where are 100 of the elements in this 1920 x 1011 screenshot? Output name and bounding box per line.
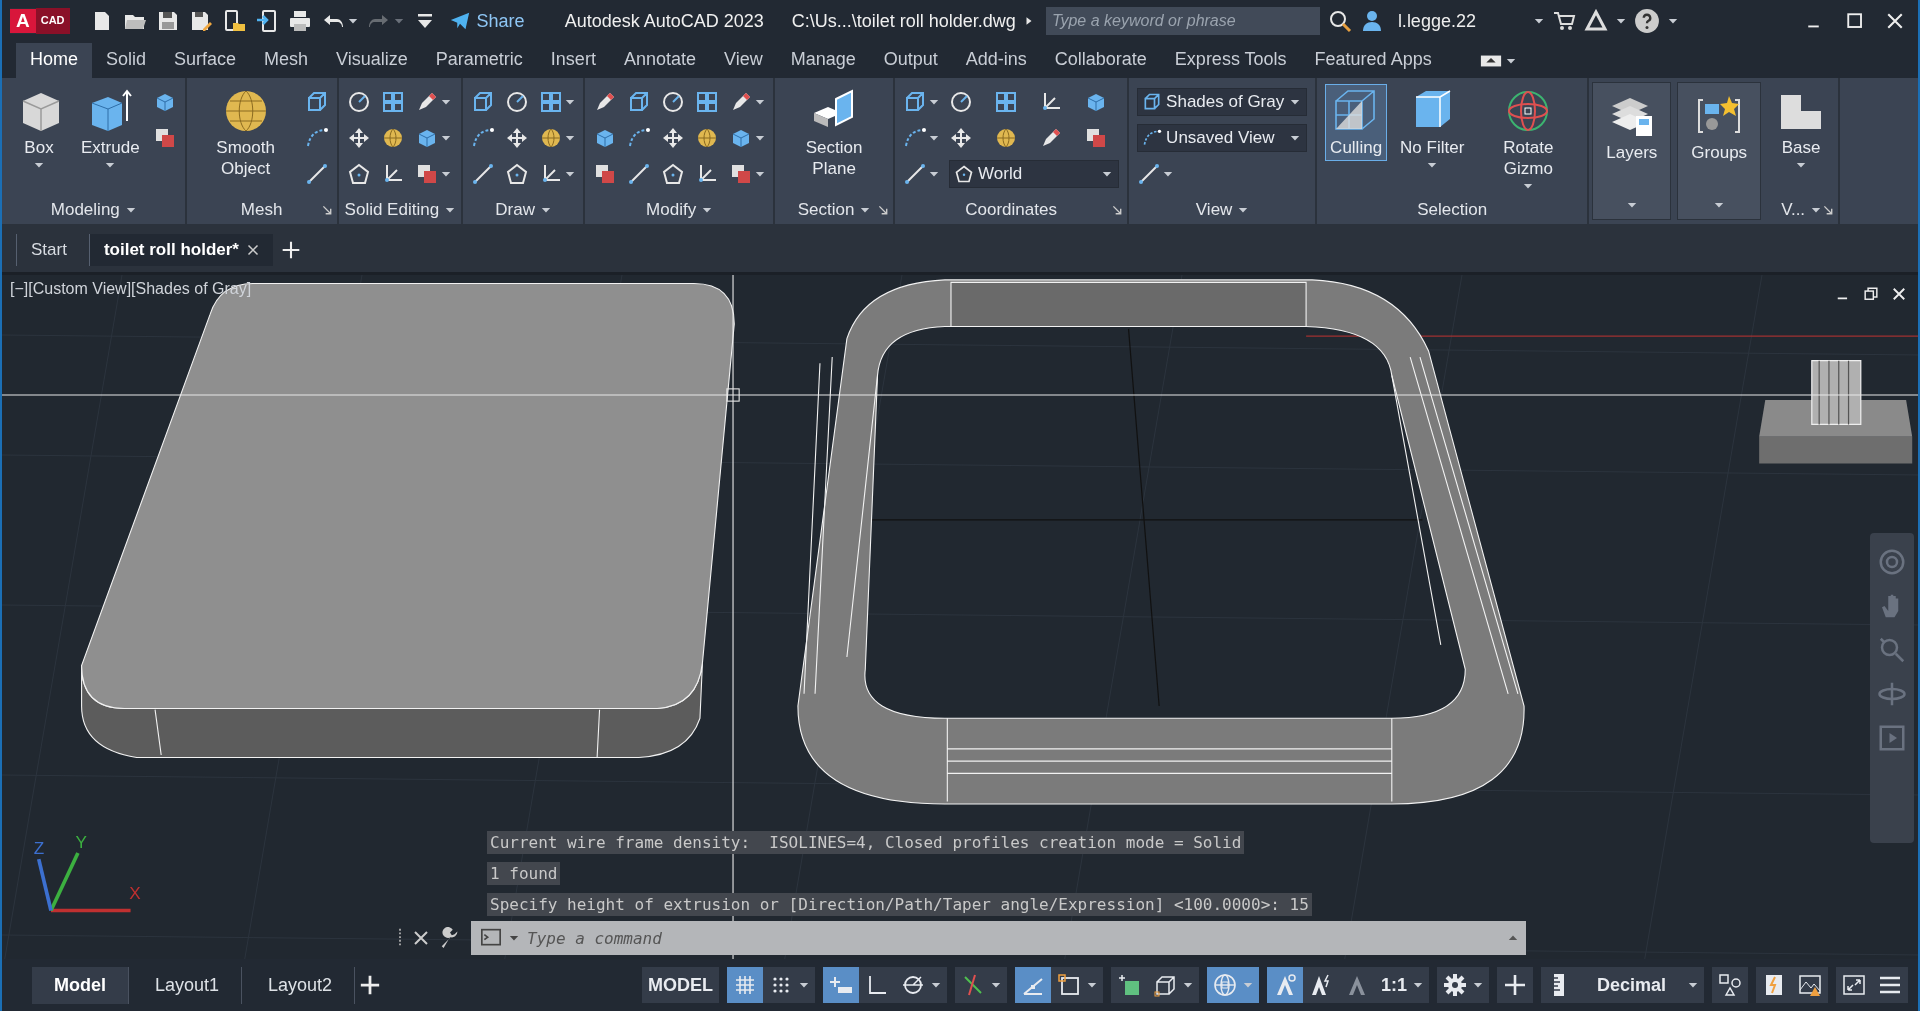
status-button[interactable] bbox=[726, 967, 763, 1003]
caret-icon[interactable] bbox=[509, 933, 519, 943]
close-icon[interactable] bbox=[246, 244, 259, 256]
tool-button[interactable]: Extrude bbox=[76, 84, 145, 173]
ribbon-tab[interactable]: Express Tools bbox=[1160, 43, 1301, 78]
caret-icon[interactable] bbox=[1290, 133, 1301, 143]
terminal-icon[interactable] bbox=[479, 928, 503, 948]
caret-icon[interactable] bbox=[1688, 980, 1698, 990]
caret-icon[interactable] bbox=[860, 205, 871, 215]
line-icon[interactable] bbox=[903, 162, 928, 186]
tool-button[interactable]: Layers bbox=[1601, 89, 1663, 166]
grid-squares-icon[interactable] bbox=[695, 90, 720, 114]
caret-icon[interactable] bbox=[1102, 169, 1113, 179]
ribbon-tab[interactable]: Solid bbox=[92, 43, 161, 78]
plus-icon[interactable] bbox=[280, 240, 301, 260]
help-icon[interactable] bbox=[1633, 8, 1660, 34]
ribbon-tab[interactable]: Add-ins bbox=[951, 43, 1041, 78]
caret-icon[interactable] bbox=[755, 133, 766, 143]
cart-icon[interactable] bbox=[1551, 9, 1576, 33]
caret-icon[interactable] bbox=[1626, 200, 1637, 210]
tool-button[interactable]: Groups bbox=[1686, 89, 1753, 166]
caret-icon[interactable] bbox=[1667, 16, 1678, 26]
caret-icon[interactable] bbox=[1290, 97, 1301, 107]
caret-icon[interactable] bbox=[105, 160, 116, 170]
caret-icon[interactable] bbox=[1412, 980, 1423, 990]
grid-squares-icon[interactable] bbox=[380, 90, 405, 114]
caret-icon[interactable] bbox=[34, 160, 44, 170]
caret-icon[interactable] bbox=[440, 97, 451, 107]
circle-icon[interactable] bbox=[346, 90, 371, 114]
polygon-icon[interactable] bbox=[505, 162, 530, 186]
caret-icon[interactable] bbox=[440, 133, 451, 143]
caret-icon[interactable] bbox=[565, 169, 576, 179]
dropdown[interactable]: Shades of Gray bbox=[1137, 88, 1308, 116]
ribbon-tab[interactable]: Annotate bbox=[609, 43, 710, 78]
ribbon-tab[interactable]: Insert bbox=[536, 43, 610, 78]
diagonal-arrow-icon[interactable] bbox=[1823, 205, 1835, 216]
caret-icon[interactable] bbox=[702, 205, 713, 215]
line-icon[interactable] bbox=[471, 162, 496, 186]
polygon-icon[interactable] bbox=[346, 162, 371, 186]
status-button[interactable] bbox=[1266, 967, 1303, 1003]
document-tab[interactable]: Start bbox=[16, 234, 81, 266]
caret-icon[interactable] bbox=[347, 16, 358, 26]
status-button[interactable] bbox=[1014, 967, 1051, 1003]
ribbon-tab[interactable]: Collaborate bbox=[1040, 43, 1161, 78]
ribbon-tab[interactable]: Surface bbox=[160, 43, 251, 78]
ribbon-tab[interactable]: Mesh bbox=[250, 43, 323, 78]
line-icon[interactable] bbox=[1137, 162, 1162, 186]
app-menu-button[interactable]: A CAD bbox=[10, 8, 70, 34]
diagonal-arrow-icon[interactable] bbox=[878, 205, 890, 216]
caret-icon[interactable] bbox=[929, 97, 940, 107]
device-arrow-icon[interactable] bbox=[254, 9, 279, 33]
layout-tab[interactable]: Layout2 bbox=[246, 966, 356, 1004]
circle-icon[interactable] bbox=[661, 90, 686, 114]
status-button[interactable]: Decimal bbox=[1540, 967, 1704, 1003]
caret-icon[interactable] bbox=[1163, 169, 1174, 179]
caret-icon[interactable] bbox=[990, 980, 1001, 990]
ribbon-tab[interactable]: Visualize bbox=[322, 43, 422, 78]
ribbon-tab[interactable]: Featured Apps bbox=[1300, 43, 1446, 78]
printer-icon[interactable] bbox=[287, 9, 312, 33]
polygon-icon[interactable] bbox=[661, 162, 686, 186]
caret-icon[interactable] bbox=[1238, 205, 1249, 215]
plus-icon[interactable] bbox=[359, 974, 382, 996]
caret-icon[interactable] bbox=[1472, 980, 1483, 990]
ribbon-tab[interactable]: Manage bbox=[776, 43, 870, 78]
line-icon[interactable] bbox=[627, 162, 652, 186]
status-button[interactable] bbox=[822, 967, 859, 1003]
dropdown[interactable]: World bbox=[949, 160, 1120, 188]
share-button[interactable]: Share bbox=[444, 10, 529, 32]
document-tab[interactable]: toilet roll holder* bbox=[88, 234, 273, 266]
caret-icon[interactable] bbox=[565, 133, 576, 143]
tool-button[interactable]: No Filter bbox=[1395, 84, 1470, 173]
grid-squares-icon[interactable] bbox=[994, 90, 1019, 114]
maximize-icon[interactable] bbox=[1846, 12, 1864, 30]
ribbon-tab[interactable]: Home bbox=[16, 43, 92, 78]
caret-icon[interactable] bbox=[1811, 205, 1822, 215]
ribbon-tab[interactable]: Output bbox=[869, 43, 952, 78]
triangle-nodes-icon[interactable] bbox=[1583, 9, 1608, 33]
caret-up-icon[interactable] bbox=[1508, 933, 1518, 943]
ribbon-tab[interactable]: Parametric bbox=[421, 43, 537, 78]
tool-button[interactable]: Box bbox=[10, 84, 68, 173]
search-field[interactable]: Type a keyword or phrase bbox=[1045, 7, 1320, 35]
circle-icon[interactable] bbox=[505, 90, 530, 114]
caret-icon[interactable] bbox=[1523, 181, 1534, 191]
caret-icon[interactable] bbox=[1533, 16, 1544, 26]
restore-icon[interactable] bbox=[1864, 287, 1878, 301]
tool-button[interactable]: Base bbox=[1772, 84, 1831, 173]
caret-icon[interactable] bbox=[798, 980, 809, 990]
user-name[interactable]: l.legge.22 bbox=[1397, 10, 1526, 32]
tool-button[interactable]: Smooth Object bbox=[194, 84, 297, 182]
line-icon[interactable] bbox=[304, 162, 329, 186]
layout-tab[interactable]: Layout1 bbox=[133, 966, 243, 1004]
caret-icon[interactable] bbox=[929, 169, 940, 179]
caret-icon[interactable] bbox=[565, 97, 576, 107]
command-field[interactable]: Type a command bbox=[525, 927, 1502, 949]
diagonal-arrow-icon[interactable] bbox=[1112, 205, 1124, 216]
tool-button[interactable]: Rotate Gizmo bbox=[1477, 84, 1580, 194]
caret-icon[interactable] bbox=[1086, 980, 1097, 990]
caret-icon[interactable] bbox=[540, 205, 551, 215]
dropdown[interactable]: Unsaved View bbox=[1137, 124, 1308, 152]
toggle-button[interactable]: Culling bbox=[1325, 84, 1388, 161]
